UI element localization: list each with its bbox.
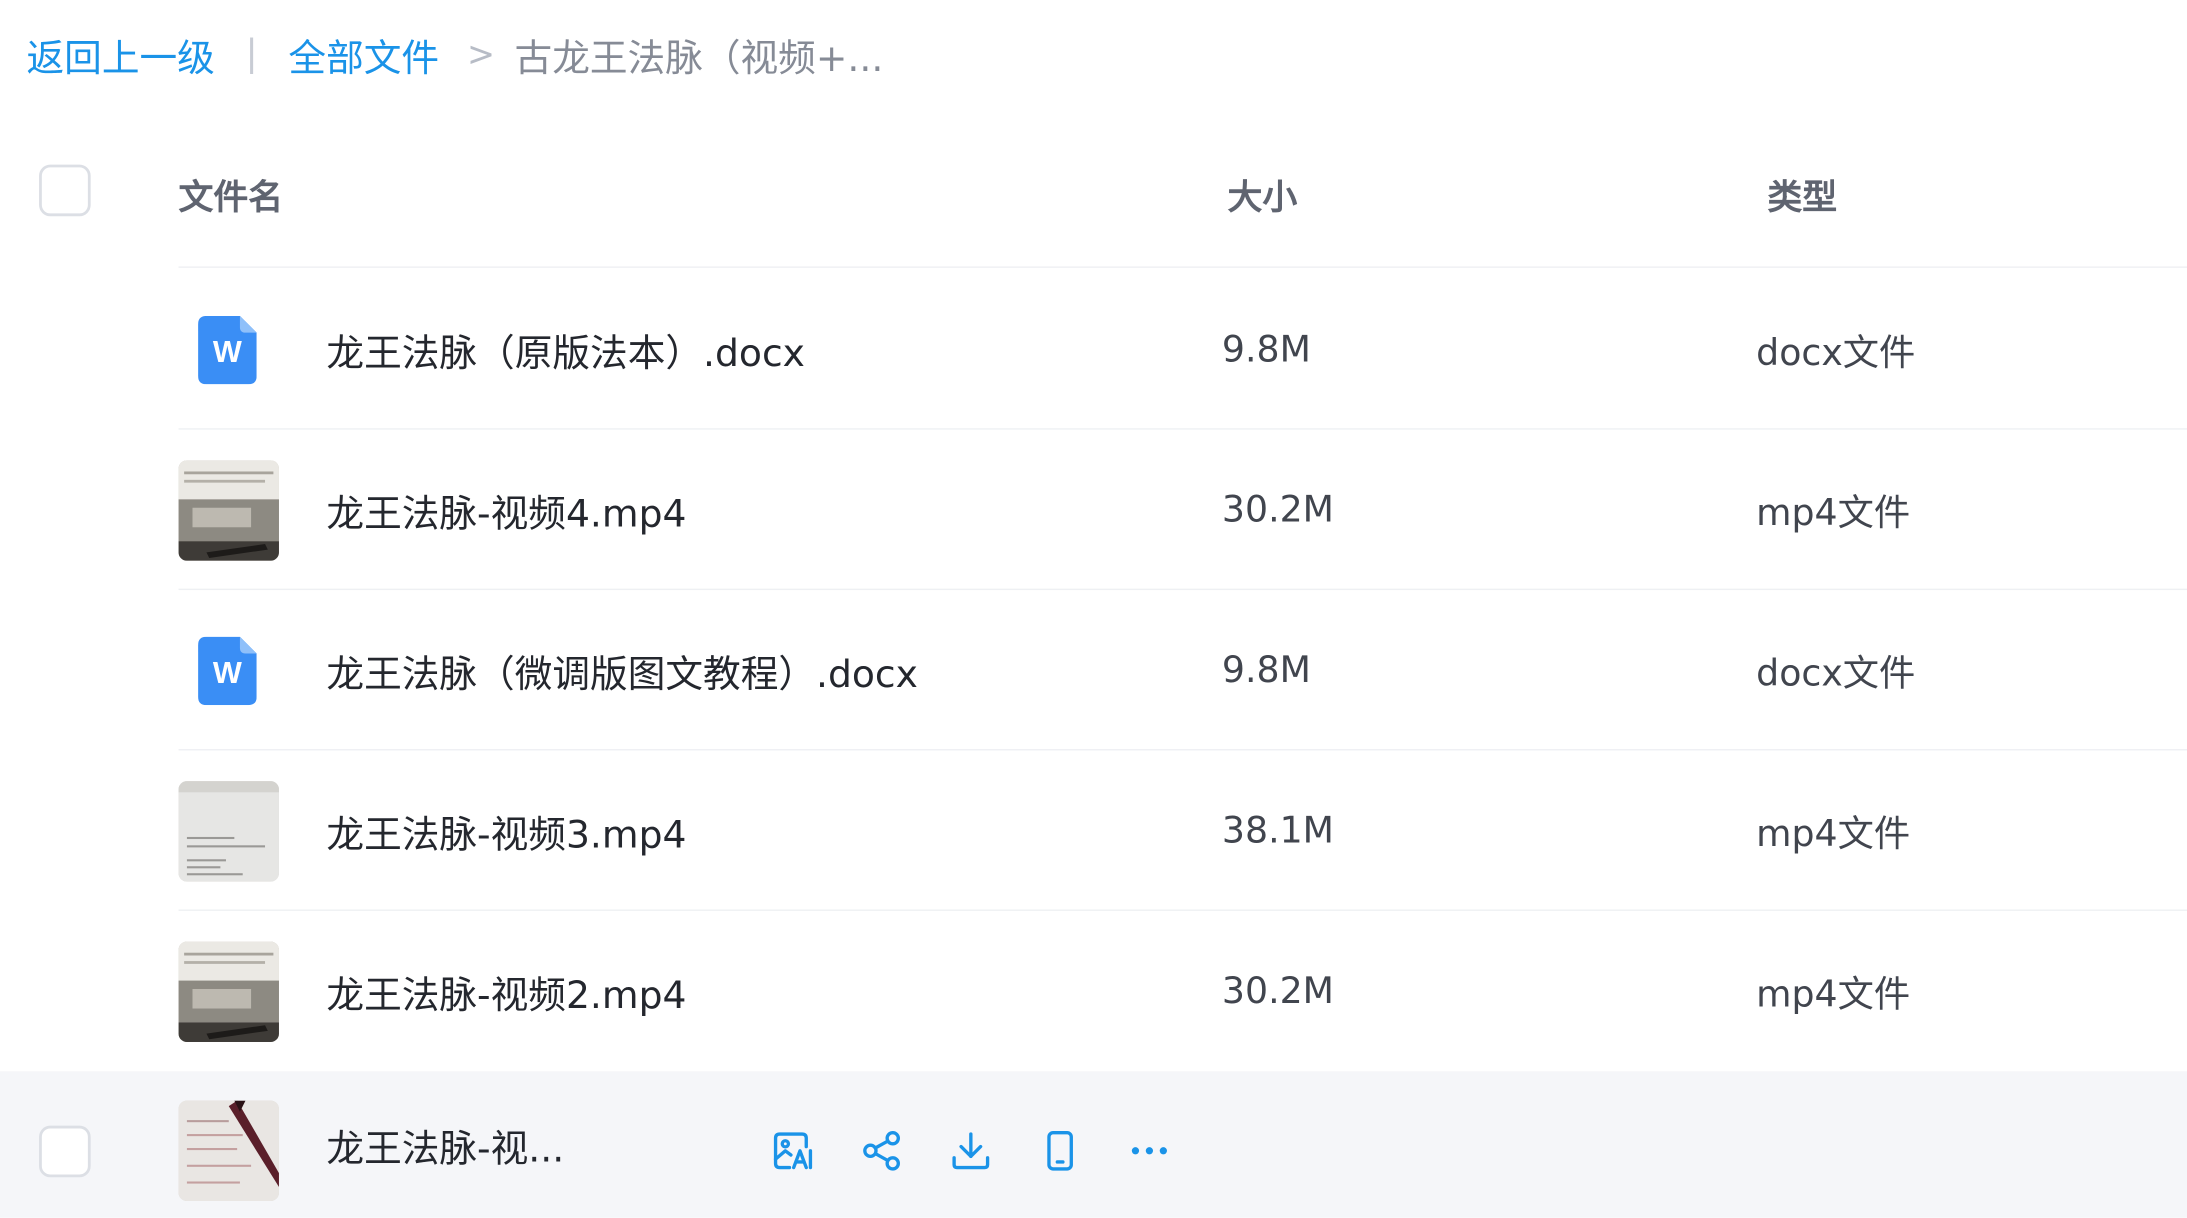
file-size: 9.8M: [1221, 328, 1311, 371]
file-type: mp4文件: [1756, 492, 1911, 535]
table-row[interactable]: 龙王法脉-视...: [0, 1071, 2187, 1218]
column-type[interactable]: 类型: [1767, 170, 1837, 220]
video-thumbnail: [178, 940, 279, 1042]
back-link[interactable]: 返回上一级: [27, 27, 215, 81]
image-text-extract-icon[interactable]: [764, 1123, 820, 1179]
table-row[interactable]: 龙王法脉-视频3.mp4 38.1M mp4文件: [0, 750, 2187, 911]
breadcrumb: 返回上一级 | 全部文件 > 古龙王法脉（视频+...: [27, 28, 884, 81]
video-thumbnail: [178, 459, 279, 561]
column-size[interactable]: 大小: [1228, 170, 1298, 220]
table-row[interactable]: W 龙王法脉（微调版图文教程）.docx 9.8M docx文件: [0, 590, 2187, 751]
file-type: docx文件: [1756, 652, 1916, 695]
all-files-link[interactable]: 全部文件: [288, 27, 439, 81]
svg-text:W: W: [213, 333, 242, 368]
file-size: 30.2M: [1221, 488, 1334, 531]
file-name[interactable]: 龙王法脉-视...: [326, 1117, 564, 1171]
table-row[interactable]: W 龙王法脉（原版法本）.docx 9.8M docx文件: [0, 269, 2187, 430]
share-icon[interactable]: [854, 1123, 910, 1179]
file-name[interactable]: 龙王法脉（原版法本）.docx: [326, 322, 805, 376]
current-folder: 古龙王法脉（视频+...: [514, 36, 884, 81]
table-row[interactable]: 龙王法脉-视频4.mp4 30.2M mp4文件: [0, 430, 2187, 591]
file-name[interactable]: 龙王法脉-视频4.mp4: [326, 483, 686, 537]
file-name[interactable]: 龙王法脉-视频2.mp4: [326, 964, 686, 1018]
video-thumbnail: [178, 1100, 279, 1202]
svg-text:W: W: [213, 654, 242, 689]
phone-icon[interactable]: [1032, 1123, 1088, 1179]
file-type: docx文件: [1756, 331, 1916, 374]
breadcrumb-arrow-icon: >: [466, 34, 496, 74]
word-doc-icon: W: [198, 636, 257, 705]
breadcrumb-separator: |: [245, 33, 258, 76]
video-thumbnail: [178, 780, 279, 881]
select-all-checkbox[interactable]: [39, 164, 91, 217]
row-checkbox[interactable]: [39, 1125, 91, 1178]
row-actions: [764, 1123, 1210, 1179]
table-header: 文件名 大小 类型: [0, 139, 2187, 268]
divider: [178, 266, 2187, 268]
file-size: 9.8M: [1221, 649, 1311, 692]
file-size: 38.1M: [1221, 809, 1334, 852]
column-name[interactable]: 文件名: [179, 170, 284, 220]
file-browser: 返回上一级 | 全部文件 > 古龙王法脉（视频+... 文件名 大小 类型 W …: [0, 0, 2187, 1218]
table-row[interactable]: 龙王法脉-视频2.mp4 30.2M mp4文件: [0, 911, 2187, 1071]
download-icon[interactable]: [943, 1123, 999, 1179]
file-name[interactable]: 龙王法脉（微调版图文教程）.docx: [326, 643, 918, 697]
file-type: mp4文件: [1756, 973, 1911, 1016]
file-name[interactable]: 龙王法脉-视频3.mp4: [326, 803, 686, 857]
file-size: 30.2M: [1221, 970, 1334, 1012]
file-type: mp4文件: [1756, 813, 1911, 856]
more-icon[interactable]: [1121, 1123, 1177, 1179]
word-doc-icon: W: [198, 315, 257, 384]
